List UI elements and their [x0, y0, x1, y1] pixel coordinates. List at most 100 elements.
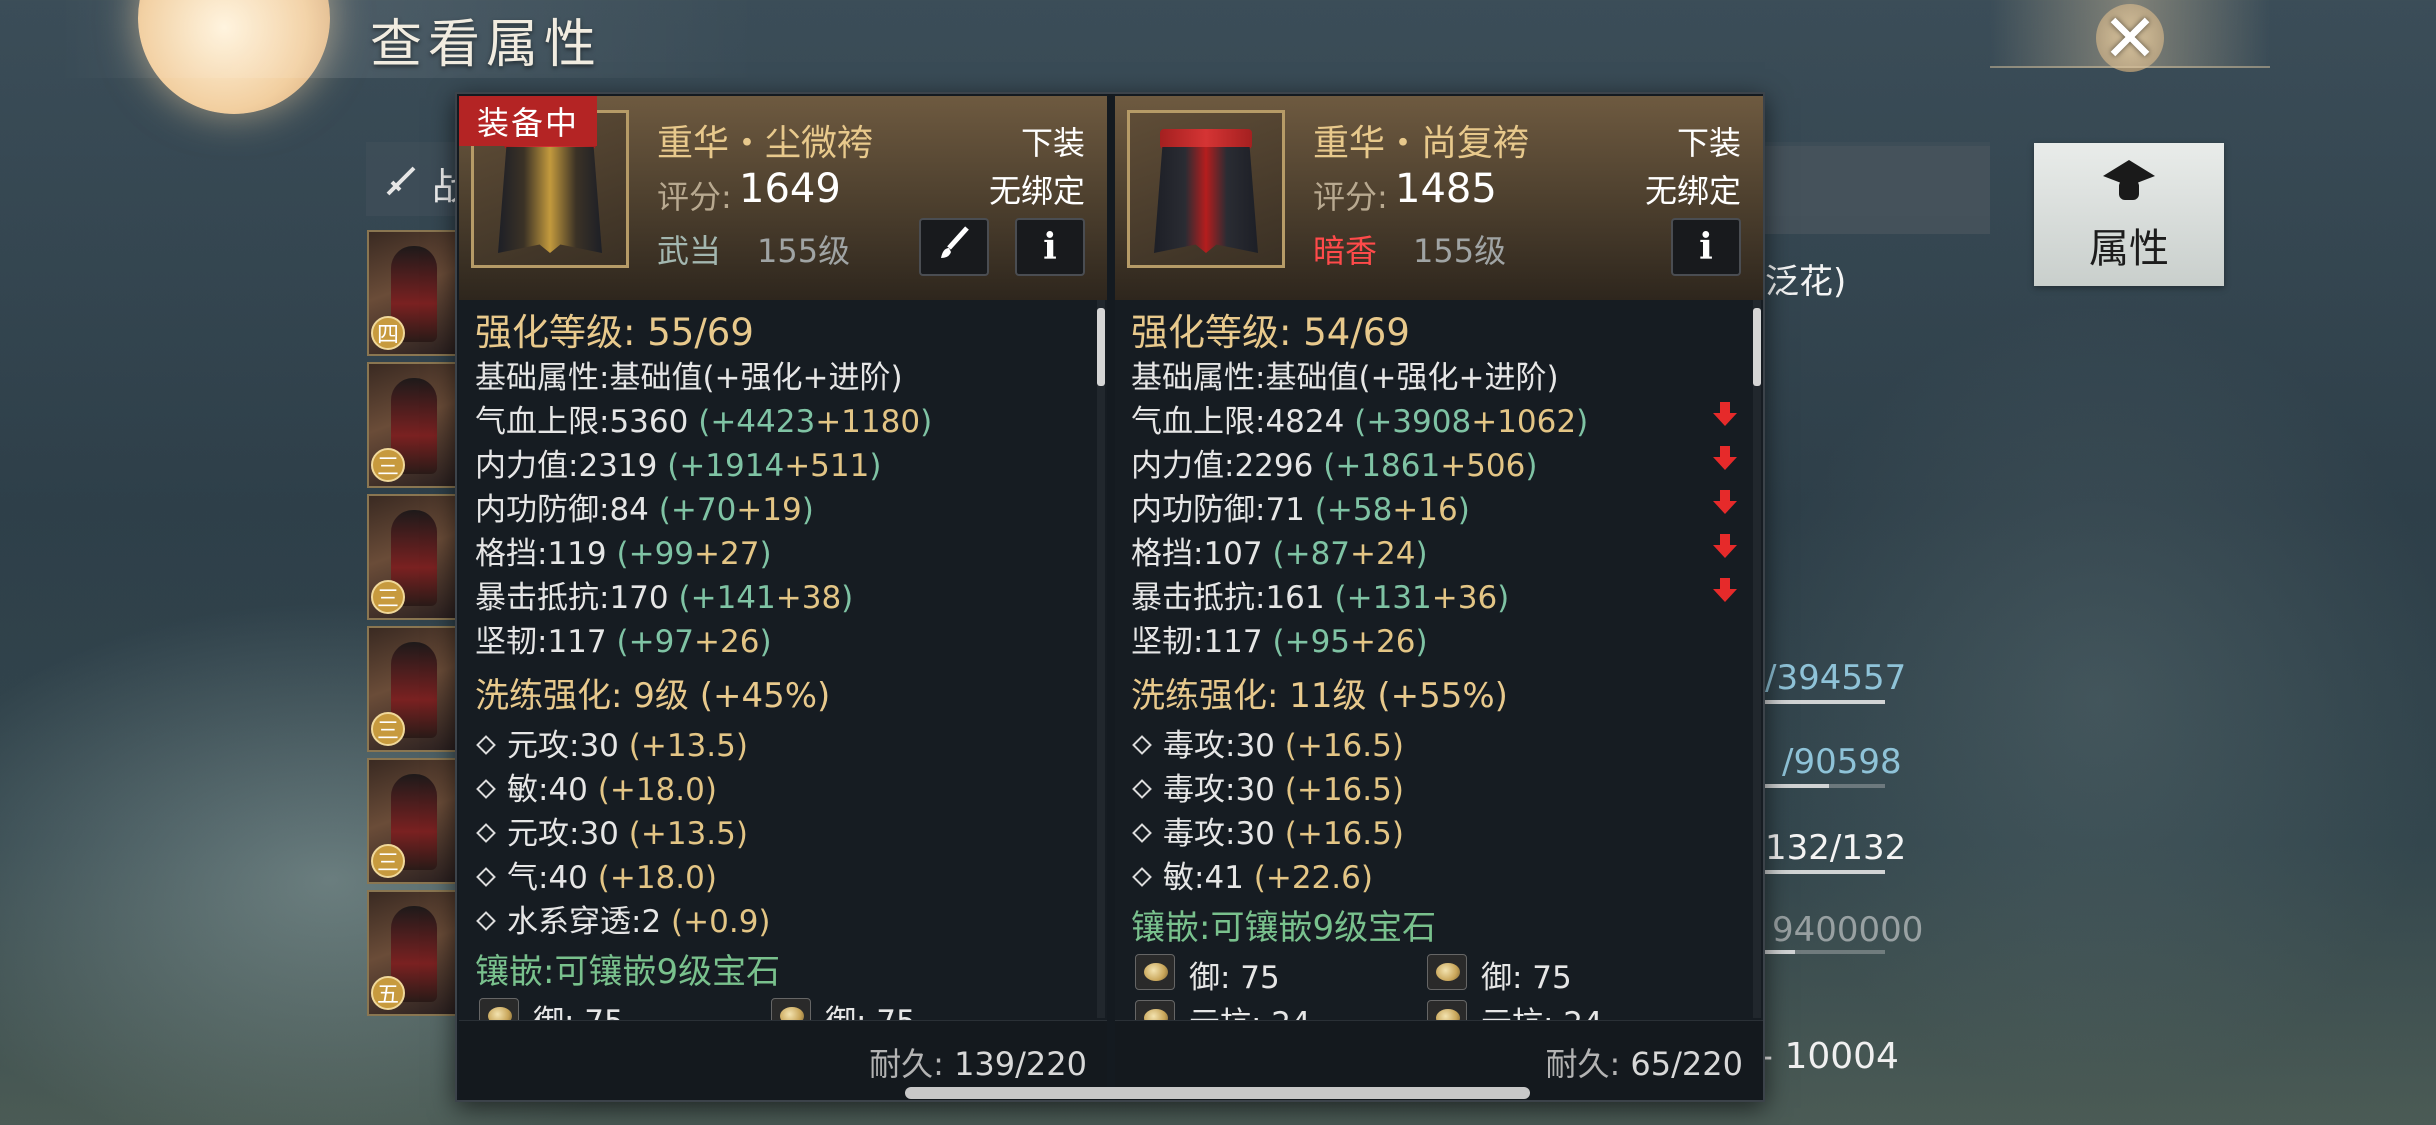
info-icon: i [1043, 226, 1057, 268]
stat-row: 气血上限:5360 (+4423+1180) [475, 404, 933, 440]
character-slot[interactable]: 三 [367, 758, 457, 884]
school-name: 武当 [657, 232, 722, 270]
diamond-icon [476, 867, 496, 887]
brush-icon [935, 224, 973, 271]
score-label: 评分: [1313, 178, 1388, 216]
stat-row: 格挡:107 (+87+24) [1131, 536, 1428, 572]
attributes-button[interactable]: 属性 [2034, 143, 2224, 286]
character-slot[interactable]: 三 [367, 494, 457, 620]
stat-decrease-arrow-icon [1713, 578, 1737, 602]
rank-badge: 五 [371, 976, 405, 1010]
diamond-icon [1132, 779, 1152, 799]
equipped-item-card: 装备中 重华・尘微袴 评分: 1649 武当 155级 下装 无绑定 i 强化等… [459, 96, 1107, 1100]
diamond-icon [476, 911, 496, 931]
gem-icon [1427, 954, 1467, 990]
gem-stat: 御: 75 [1189, 960, 1280, 996]
stat-row: 气血上限:4824 (+3908+1062) [1131, 404, 1589, 440]
score-value: 1649 [739, 166, 841, 212]
stat-row: 格挡:119 (+99+27) [475, 536, 772, 572]
info-header-panel [1760, 146, 1990, 234]
refine-row: 毒攻:30 (+16.5) [1131, 764, 1404, 809]
durability: 耐久: 139/220 [869, 1045, 1087, 1083]
attributes-button-label: 属性 [2089, 225, 2169, 272]
stat-row: 暴击抵抗:170 (+141+38) [475, 580, 854, 616]
refine-row: 毒攻:30 (+16.5) [1131, 720, 1404, 765]
info-icon: i [1699, 226, 1713, 268]
gem-header: 镶嵌:可镶嵌9级宝石 [1131, 908, 1437, 948]
slot-type: 下装 [1020, 124, 1085, 162]
stat-row: 内功防御:84 (+70+19) [475, 492, 814, 528]
bind-state: 无绑定 [1644, 172, 1741, 210]
item-header: 重华・尚复袴 评分: 1485 暗香 155级 下装 无绑定 i [1115, 96, 1763, 300]
refine-row: 元攻:30 (+13.5) [475, 808, 748, 853]
refine-header: 洗练强化: 11级 (+55%) [1131, 676, 1508, 716]
info-button[interactable]: i [1015, 218, 1085, 276]
rank-badge: 三 [371, 844, 405, 878]
score-value: 1485 [1395, 166, 1497, 212]
close-icon: ✕ [2102, 0, 2158, 77]
character-list: 四 三 三 三 三 五 [367, 230, 457, 1022]
item-name: 重华・尚复袴 [1313, 123, 1530, 164]
stat-row: 坚韧:117 (+97+26) [475, 624, 772, 660]
stat-line-2: /90598 [1782, 742, 1902, 782]
bind-state: 无绑定 [988, 172, 1085, 210]
card-scrollbar[interactable] [1753, 300, 1761, 1018]
stat-row: 暴击抵抗:161 (+131+36) [1131, 580, 1510, 616]
character-slot[interactable]: 四 [367, 230, 457, 356]
equipment-compare-panel: 装备中 重华・尘微袴 评分: 1649 武当 155级 下装 无绑定 i 强化等… [455, 92, 1765, 1102]
horizontal-scrollbar[interactable] [905, 1087, 1530, 1099]
item-icon-frame [1127, 110, 1285, 268]
gem-header: 镶嵌:可镶嵌9级宝石 [475, 952, 781, 992]
equipped-badge: 装备中 [459, 96, 597, 146]
diamond-icon [1132, 823, 1152, 843]
character-slot[interactable]: 五 [367, 890, 457, 1016]
sword-icon[interactable] [372, 150, 432, 210]
pants-icon [1154, 125, 1258, 253]
refine-row: 毒攻:30 (+16.5) [1131, 808, 1404, 853]
stat-decrease-arrow-icon [1713, 446, 1737, 470]
card-scrollbar[interactable] [1097, 300, 1105, 1018]
refine-row: 敏:40 (+18.0) [475, 764, 717, 809]
school-name: 暗香 [1313, 232, 1378, 270]
item-name: 重华・尘微袴 [657, 123, 874, 164]
refine-row: 元攻:30 (+13.5) [475, 720, 748, 765]
durability: 耐久: 65/220 [1545, 1045, 1743, 1083]
character-slot[interactable]: 三 [367, 626, 457, 752]
enhance-level: 强化等级: 54/69 [1131, 311, 1410, 354]
item-header: 装备中 重华・尘微袴 评分: 1649 武当 155级 下装 无绑定 i [459, 96, 1107, 300]
diamond-icon [476, 735, 496, 755]
rank-badge: 三 [371, 580, 405, 614]
item-level: 155级 [1413, 232, 1507, 270]
gem-icon [1135, 954, 1175, 990]
score-label: 评分: [657, 178, 732, 216]
base-stats-header: 基础属性:基础值(+强化+进阶) [475, 360, 903, 396]
stat-decrease-arrow-icon [1713, 402, 1737, 426]
compare-item-card: 重华・尚复袴 评分: 1485 暗香 155级 下装 无绑定 i 强化等级: 5… [1115, 96, 1763, 1100]
bottom-stat-value: - 10004 [1760, 1036, 1899, 1077]
diamond-icon [1132, 735, 1152, 755]
diamond-icon [476, 779, 496, 799]
refine-row: 敏:41 (+22.6) [1131, 852, 1373, 897]
stat-row: 坚韧:117 (+95+26) [1131, 624, 1428, 660]
slot-type: 下装 [1676, 124, 1741, 162]
stat-line-3: 132/132 [1765, 828, 1907, 868]
enhance-level: 强化等级: 55/69 [475, 311, 754, 354]
close-button[interactable]: ✕ [2082, 0, 2178, 80]
info-title-fragment: 泛花) [1765, 262, 1847, 302]
dye-button[interactable] [919, 218, 989, 276]
item-level: 155级 [757, 232, 851, 270]
diamond-icon [1132, 867, 1152, 887]
diamond-icon [476, 823, 496, 843]
rank-badge: 四 [371, 316, 405, 350]
hat-icon [2099, 156, 2159, 210]
base-stats-header: 基础属性:基础值(+强化+进阶) [1131, 360, 1559, 396]
stat-row: 内力值:2319 (+1914+511) [475, 448, 882, 484]
stat-line-1: /394557 [1765, 658, 1907, 698]
stat-decrease-arrow-icon [1713, 534, 1737, 558]
info-button[interactable]: i [1671, 218, 1741, 276]
character-slot[interactable]: 三 [367, 362, 457, 488]
rank-badge: 三 [371, 448, 405, 482]
stat-decrease-arrow-icon [1713, 490, 1737, 514]
gem-stat: 御: 75 [1481, 960, 1572, 996]
rank-badge: 三 [371, 712, 405, 746]
